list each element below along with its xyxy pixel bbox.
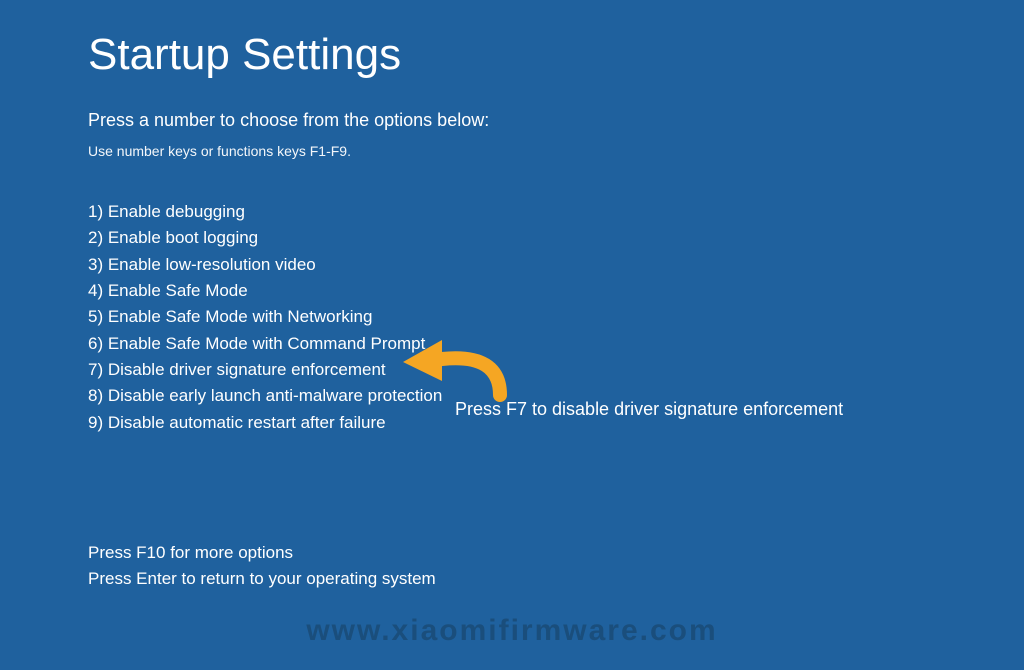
footer-line-more-options: Press F10 for more options — [88, 540, 436, 566]
option-enable-safe-mode-command-prompt[interactable]: 6) Enable Safe Mode with Command Prompt — [88, 331, 1024, 357]
option-enable-boot-logging[interactable]: 2) Enable boot logging — [88, 225, 1024, 251]
hint-text: Use number keys or functions keys F1-F9. — [88, 143, 1024, 159]
subtitle: Press a number to choose from the option… — [88, 110, 1024, 131]
watermark: www.xiaomifirmware.com — [306, 614, 717, 648]
callout-text: Press F7 to disable driver signature enf… — [455, 399, 843, 420]
option-enable-debugging[interactable]: 1) Enable debugging — [88, 199, 1024, 225]
option-enable-low-resolution-video[interactable]: 3) Enable low-resolution video — [88, 252, 1024, 278]
startup-settings-screen: Startup Settings Press a number to choos… — [0, 0, 1024, 436]
option-disable-driver-signature-enforcement[interactable]: 7) Disable driver signature enforcement — [88, 357, 1024, 383]
option-enable-safe-mode-networking[interactable]: 5) Enable Safe Mode with Networking — [88, 304, 1024, 330]
footer: Press F10 for more options Press Enter t… — [88, 540, 436, 591]
callout-arrow-icon — [400, 335, 510, 405]
footer-line-return: Press Enter to return to your operating … — [88, 566, 436, 592]
option-enable-safe-mode[interactable]: 4) Enable Safe Mode — [88, 278, 1024, 304]
page-title: Startup Settings — [88, 30, 1024, 80]
